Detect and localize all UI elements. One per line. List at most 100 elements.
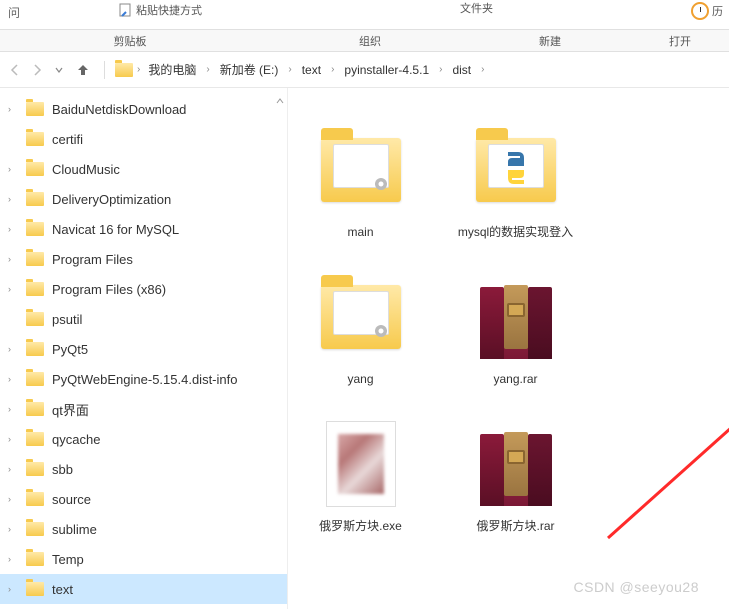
chevron-right-icon[interactable]: › <box>481 64 484 75</box>
chevron-right-icon[interactable]: › <box>137 64 140 75</box>
group-organize: 组织 <box>270 33 470 49</box>
chevron-right-icon[interactable]: › <box>8 554 18 564</box>
gear-icon <box>371 321 391 341</box>
tree-item-label: PyQtWebEngine-5.15.4.dist-info <box>52 372 237 387</box>
tree-item[interactable]: › sbb <box>0 454 287 484</box>
new-folder-group[interactable]: 文件夹 <box>452 0 501 16</box>
tree-item-label: qt界面 <box>52 400 89 419</box>
nav-up[interactable] <box>72 59 94 81</box>
tree-item[interactable]: ›BaiduNetdiskDownload <box>0 94 287 124</box>
location-folder-icon <box>115 63 133 77</box>
rar-archive-icon <box>480 422 552 506</box>
chevron-right-icon[interactable]: › <box>206 64 209 75</box>
crumb-1[interactable]: 新加卷 (E:) <box>216 59 283 80</box>
file-item[interactable]: yang <box>298 265 423 392</box>
chevron-right-icon[interactable]: › <box>288 64 291 75</box>
watermark: CSDN @seeyou28 <box>574 579 700 595</box>
tree-item[interactable]: › Navicat 16 for MySQL <box>0 214 287 244</box>
file-label: yang <box>347 371 373 388</box>
file-label: main <box>347 224 373 241</box>
tree-item[interactable]: › text <box>0 574 287 604</box>
chevron-right-icon[interactable]: › <box>8 164 18 174</box>
shortcut-icon <box>118 2 134 18</box>
folder-icon <box>26 222 44 236</box>
folder-icon <box>26 312 44 326</box>
crumb-0[interactable]: 我的电脑 <box>144 59 200 80</box>
tree-item[interactable]: ›PyQt5 <box>0 334 287 364</box>
chevron-right-icon[interactable]: › <box>8 374 18 384</box>
tree-item[interactable]: ›certifi <box>0 124 287 154</box>
file-list[interactable]: main mysql的数据实现登入 yang yang.rar 俄罗斯方块.exe 俄罗斯… <box>288 88 729 609</box>
nav-forward[interactable] <box>28 61 46 79</box>
chevron-right-icon[interactable]: › <box>8 104 18 114</box>
file-item[interactable]: 俄罗斯方块.rar <box>453 412 578 539</box>
folder-icon <box>321 138 401 202</box>
file-item[interactable]: main <box>298 118 423 245</box>
tree-item-label: Navicat 16 for MySQL <box>52 222 179 237</box>
chevron-right-icon[interactable]: › <box>8 494 18 504</box>
chevron-right-icon[interactable]: › <box>8 344 18 354</box>
folder-icon <box>26 252 44 266</box>
tree-item[interactable]: › qycache <box>0 424 287 454</box>
file-item[interactable]: mysql的数据实现登入 <box>453 118 578 245</box>
crumb-2[interactable]: text <box>298 61 325 79</box>
nav-recent-dropdown[interactable] <box>50 61 68 79</box>
chevron-right-icon[interactable]: › <box>8 524 18 534</box>
history-button[interactable]: 历 <box>691 2 723 20</box>
executable-icon <box>326 421 396 507</box>
scroll-up-icon[interactable] <box>275 96 285 109</box>
chevron-right-icon[interactable]: › <box>8 404 18 414</box>
crumb-3[interactable]: pyinstaller-4.5.1 <box>340 61 433 79</box>
folder-icon <box>26 492 44 506</box>
crumb-4[interactable]: dist <box>448 61 475 79</box>
paste-shortcut[interactable]: 粘贴快捷方式 <box>118 2 202 18</box>
folder-icon <box>26 582 44 596</box>
chevron-right-icon[interactable]: › <box>331 64 334 75</box>
tree-item[interactable]: ›source <box>0 484 287 514</box>
tree-item-label: sbb <box>52 462 73 477</box>
tree-item[interactable]: › qt界面 <box>0 394 287 424</box>
chevron-right-icon[interactable]: › <box>8 584 18 594</box>
annotation-arrow <box>588 348 729 548</box>
chevron-right-icon[interactable]: › <box>8 284 18 294</box>
folder-icon <box>26 342 44 356</box>
chevron-right-icon[interactable]: › <box>439 64 442 75</box>
tree-item[interactable]: ›psutil <box>0 304 287 334</box>
chevron-right-icon[interactable]: › <box>8 224 18 234</box>
group-clipboard: 剪贴板 <box>0 33 200 49</box>
chevron-right-icon[interactable]: › <box>8 194 18 204</box>
tree-item-label: text <box>52 582 73 597</box>
file-label: 俄罗斯方块.rar <box>476 518 554 535</box>
folder-tree[interactable]: ›BaiduNetdiskDownload›certifi›CloudMusic… <box>0 88 288 609</box>
tree-item[interactable]: ›DeliveryOptimization <box>0 184 287 214</box>
group-new: 新建 <box>480 33 620 49</box>
tree-item-label: Program Files <box>52 252 133 267</box>
tree-item[interactable]: ›Temp <box>0 544 287 574</box>
breadcrumb: 我的电脑 › 新加卷 (E:) › text › pyinstaller-4.5.1 › dis… <box>144 59 484 80</box>
tree-item-label: certifi <box>52 132 83 147</box>
tree-item-label: qycache <box>52 432 100 447</box>
chevron-right-icon[interactable]: › <box>8 434 18 444</box>
file-item[interactable]: yang.rar <box>453 265 578 392</box>
folder-icon <box>26 432 44 446</box>
chevron-right-icon[interactable]: › <box>8 254 18 264</box>
tree-item-label: psutil <box>52 312 82 327</box>
file-label: yang.rar <box>493 371 537 388</box>
nav-back[interactable] <box>6 61 24 79</box>
tree-item-label: sublime <box>52 522 97 537</box>
tree-item[interactable]: ›CloudMusic <box>0 154 287 184</box>
file-label: 俄罗斯方块.exe <box>319 518 402 535</box>
file-item[interactable]: 俄罗斯方块.exe <box>298 412 423 539</box>
python-icon <box>496 148 536 188</box>
tree-item[interactable]: › Program Files <box>0 244 287 274</box>
file-label: mysql的数据实现登入 <box>458 224 573 241</box>
clock-icon <box>691 2 709 20</box>
folder-icon <box>26 372 44 386</box>
tree-item[interactable]: › PyQtWebEngine-5.15.4.dist-info <box>0 364 287 394</box>
rar-archive-icon <box>480 275 552 359</box>
chevron-right-icon[interactable]: › <box>8 464 18 474</box>
tree-item[interactable]: › sublime <box>0 514 287 544</box>
tree-item-label: Program Files (x86) <box>52 282 166 297</box>
tree-item[interactable]: › Program Files (x86) <box>0 274 287 304</box>
folder-icon <box>26 282 44 296</box>
